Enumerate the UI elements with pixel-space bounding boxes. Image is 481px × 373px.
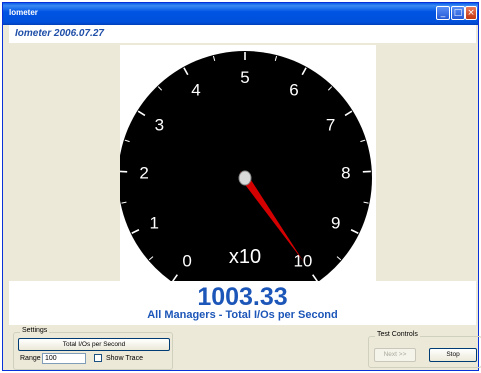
settings-group: Settings Total I/Os per Second Range 100… [13, 327, 173, 370]
metric-select-button[interactable]: Total I/Os per Second [18, 338, 170, 351]
version-banner: Iometer 2006.07.27 [9, 25, 476, 43]
version-text: Iometer 2006.07.27 [15, 28, 104, 39]
tick-label: 7 [326, 115, 335, 134]
tick-label: 4 [191, 81, 200, 100]
test-controls-title: Test Controls [375, 331, 420, 338]
maximize-icon[interactable]: □ [451, 6, 465, 20]
tick-label: 5 [240, 68, 249, 87]
test-controls-group: Test Controls Next >> Stop [368, 331, 481, 368]
next-button[interactable]: Next >> [374, 348, 416, 362]
tick-label: 0 [182, 252, 191, 271]
settings-group-title: Settings [20, 327, 50, 334]
tick-label: 2 [139, 164, 148, 183]
needle-hub [238, 170, 252, 186]
results-readout: 1003.33 All Managers - Total I/Os per Se… [9, 281, 476, 325]
iometer-window: Iometer _ □ × Iometer 2006.07.27 0 1 2 3 4 5 6… [2, 2, 481, 371]
stop-button[interactable]: Stop [429, 348, 477, 362]
tick-label: 3 [155, 115, 164, 134]
window-title: Iometer [9, 8, 38, 17]
tick-label: 6 [289, 81, 298, 100]
title-bar[interactable]: Iometer _ □ × [3, 3, 478, 25]
tick-label: 1 [149, 213, 158, 232]
result-label: All Managers - Total I/Os per Second [147, 309, 338, 321]
result-value: 1003.33 [197, 283, 288, 311]
multiplier-label: x10 [229, 246, 261, 268]
range-input[interactable]: 100 [42, 353, 86, 364]
tick-label: 8 [341, 164, 350, 183]
range-label: Range [20, 355, 41, 362]
show-trace-label: Show Trace [106, 355, 143, 362]
show-trace-checkbox[interactable] [94, 354, 102, 362]
close-icon[interactable]: × [465, 6, 477, 20]
tick-label: 10 [293, 252, 312, 271]
gauge-dial: 0 1 2 3 4 5 6 7 8 9 10 x10 [120, 51, 372, 281]
tick-label: 9 [331, 213, 340, 232]
speedometer-gauge: 0 1 2 3 4 5 6 7 8 9 10 x10 [120, 45, 376, 281]
minimize-icon[interactable]: _ [436, 6, 450, 20]
